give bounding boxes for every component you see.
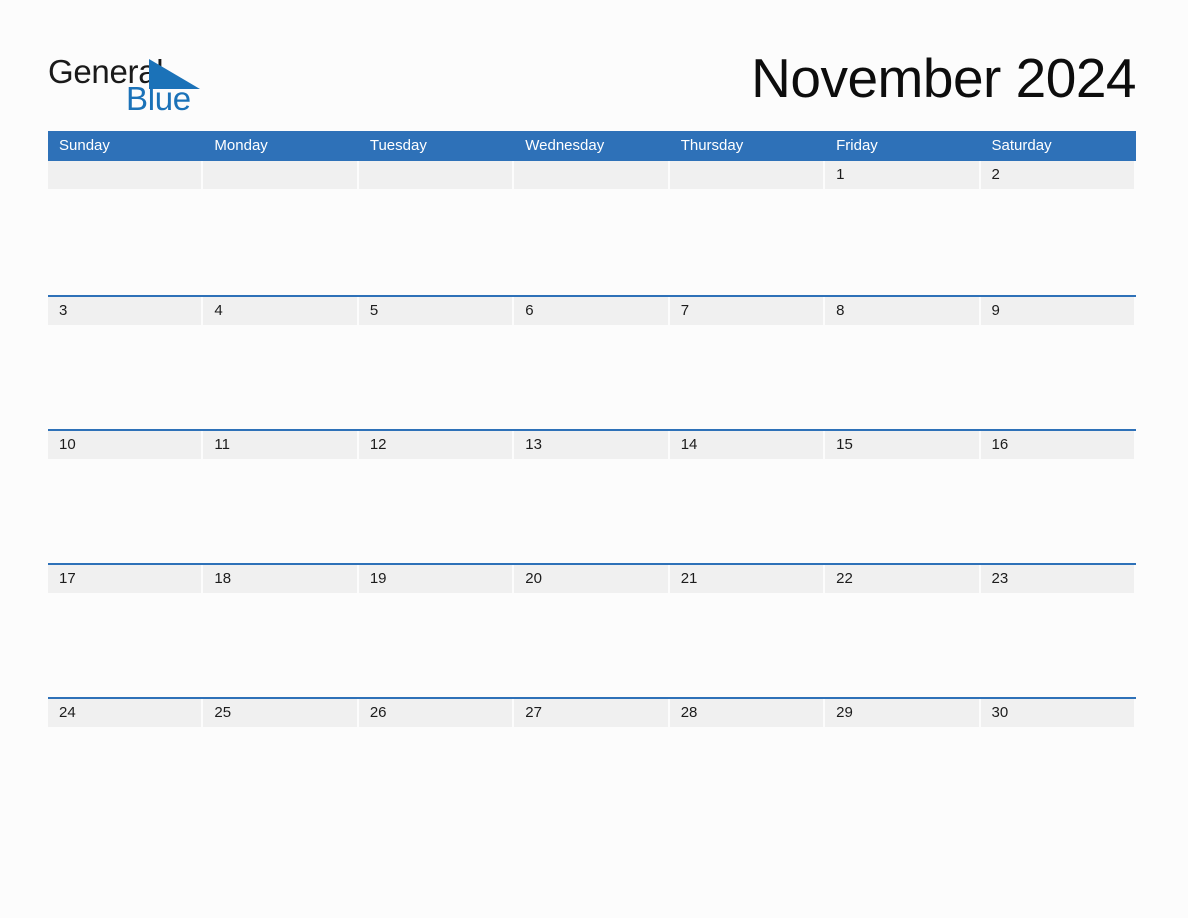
day-number: 12: [369, 436, 387, 453]
day-number: 30: [991, 704, 1009, 721]
day-number: 20: [525, 570, 542, 587]
day-cell[interactable]: 17: [48, 565, 203, 697]
day-number-band: [980, 161, 1134, 189]
day-number: 2: [991, 166, 1000, 183]
day-number: 6: [525, 302, 534, 319]
day-number-band: [203, 297, 357, 325]
day-number: 19: [369, 570, 387, 587]
day-cell[interactable]: 30: [980, 699, 1136, 900]
weekday-header-wednesday: Wednesday: [525, 137, 605, 154]
day-cell[interactable]: 14: [669, 431, 825, 563]
day-number-band: [669, 297, 824, 325]
weekday-header-friday: Friday: [836, 137, 878, 154]
weekday-header-saturday: Saturday: [991, 137, 1052, 154]
day-number-band: [48, 161, 202, 189]
day-number: 9: [991, 302, 1000, 319]
day-number: 15: [836, 436, 853, 453]
weekday-header-monday: Monday: [214, 137, 268, 154]
day-number: 18: [214, 570, 232, 587]
day-cell[interactable]: 18: [203, 565, 358, 697]
day-cell[interactable]: 27: [514, 699, 669, 900]
day-cell[interactable]: 13: [514, 431, 669, 563]
day-cell[interactable]: 21: [669, 565, 825, 697]
week-row: 17 18 19 20 21 22 23: [48, 563, 1136, 697]
day-number: 22: [836, 570, 853, 587]
day-number: 8: [836, 302, 845, 319]
day-number: 10: [59, 436, 76, 453]
weekday-header-row: Sunday Monday Tuesday Wednesday Thursday…: [48, 131, 1136, 161]
week-row: 3 4 5 6 7 8 9: [48, 295, 1136, 429]
day-cell[interactable]: 22: [825, 565, 980, 697]
day-cell[interactable]: [358, 161, 514, 295]
day-cell[interactable]: 7: [669, 297, 825, 429]
day-cell[interactable]: [514, 161, 669, 295]
day-cell[interactable]: 29: [825, 699, 980, 900]
day-number: 11: [214, 436, 230, 453]
day-cell[interactable]: 28: [669, 699, 825, 900]
day-cell[interactable]: 25: [203, 699, 358, 900]
week-row: 24 25 26 27 28 29 30: [48, 697, 1136, 900]
day-cell[interactable]: 19: [358, 565, 514, 697]
day-cell[interactable]: [669, 161, 825, 295]
day-number: 5: [369, 302, 379, 319]
day-number: 1: [836, 166, 845, 183]
day-number: 21: [680, 570, 698, 587]
day-number: 4: [214, 302, 223, 319]
day-cell[interactable]: 9: [980, 297, 1136, 429]
day-number: 23: [991, 570, 1009, 587]
day-cell[interactable]: 6: [514, 297, 669, 429]
day-cell[interactable]: 5: [358, 297, 514, 429]
day-cell[interactable]: 1: [825, 161, 980, 295]
day-number-band: [358, 161, 513, 189]
day-number-band: [358, 297, 513, 325]
weekday-header-sunday: Sunday: [59, 137, 110, 154]
day-cell[interactable]: 4: [203, 297, 358, 429]
day-cell[interactable]: 15: [825, 431, 980, 563]
day-number-band: [825, 297, 979, 325]
generalblue-logo[interactable]: General Blue: [48, 54, 248, 117]
day-cell[interactable]: 11: [203, 431, 358, 563]
day-cell[interactable]: 24: [48, 699, 203, 900]
week-row: 1 2: [48, 161, 1136, 295]
calendar-page: General Blue November 2024 Sunday Monday…: [0, 0, 1188, 918]
day-number-band: [514, 297, 668, 325]
day-number: 25: [214, 704, 232, 721]
day-cell[interactable]: 3: [48, 297, 203, 429]
day-cell[interactable]: 20: [514, 565, 669, 697]
day-number: 27: [525, 704, 542, 721]
day-number-band: [514, 161, 668, 189]
day-number: 29: [836, 704, 853, 721]
day-cell[interactable]: 12: [358, 431, 514, 563]
day-number: 24: [59, 704, 76, 721]
day-cell[interactable]: [203, 161, 358, 295]
weekday-header-thursday: Thursday: [680, 137, 744, 154]
week-row: 10 11 12 13 14 15 16: [48, 429, 1136, 563]
day-cell[interactable]: 2: [980, 161, 1136, 295]
page-title: November 2024: [751, 47, 1136, 109]
day-number: 26: [369, 704, 387, 721]
day-number: 17: [59, 570, 76, 587]
logo-text-blue: Blue: [126, 80, 191, 117]
page-header: General Blue November 2024: [48, 44, 1136, 124]
day-number-band: [980, 297, 1134, 325]
day-cell[interactable]: 8: [825, 297, 980, 429]
weekday-header-tuesday: Tuesday: [369, 137, 427, 154]
day-number: 3: [59, 302, 68, 319]
day-cell[interactable]: 16: [980, 431, 1136, 563]
day-cell[interactable]: 26: [358, 699, 514, 900]
day-number: 13: [525, 436, 542, 453]
day-cell[interactable]: 23: [980, 565, 1136, 697]
day-number-band: [825, 161, 979, 189]
day-number: 7: [680, 302, 690, 319]
day-number: 14: [680, 436, 698, 453]
day-cell[interactable]: [48, 161, 203, 295]
day-number-band: [203, 161, 357, 189]
day-number-band: [669, 161, 824, 189]
day-number-band: [48, 297, 202, 325]
calendar-grid: Sunday Monday Tuesday Wednesday Thursday…: [48, 131, 1136, 900]
day-number: 16: [991, 436, 1009, 453]
day-number: 28: [680, 704, 698, 721]
day-cell[interactable]: 10: [48, 431, 203, 563]
